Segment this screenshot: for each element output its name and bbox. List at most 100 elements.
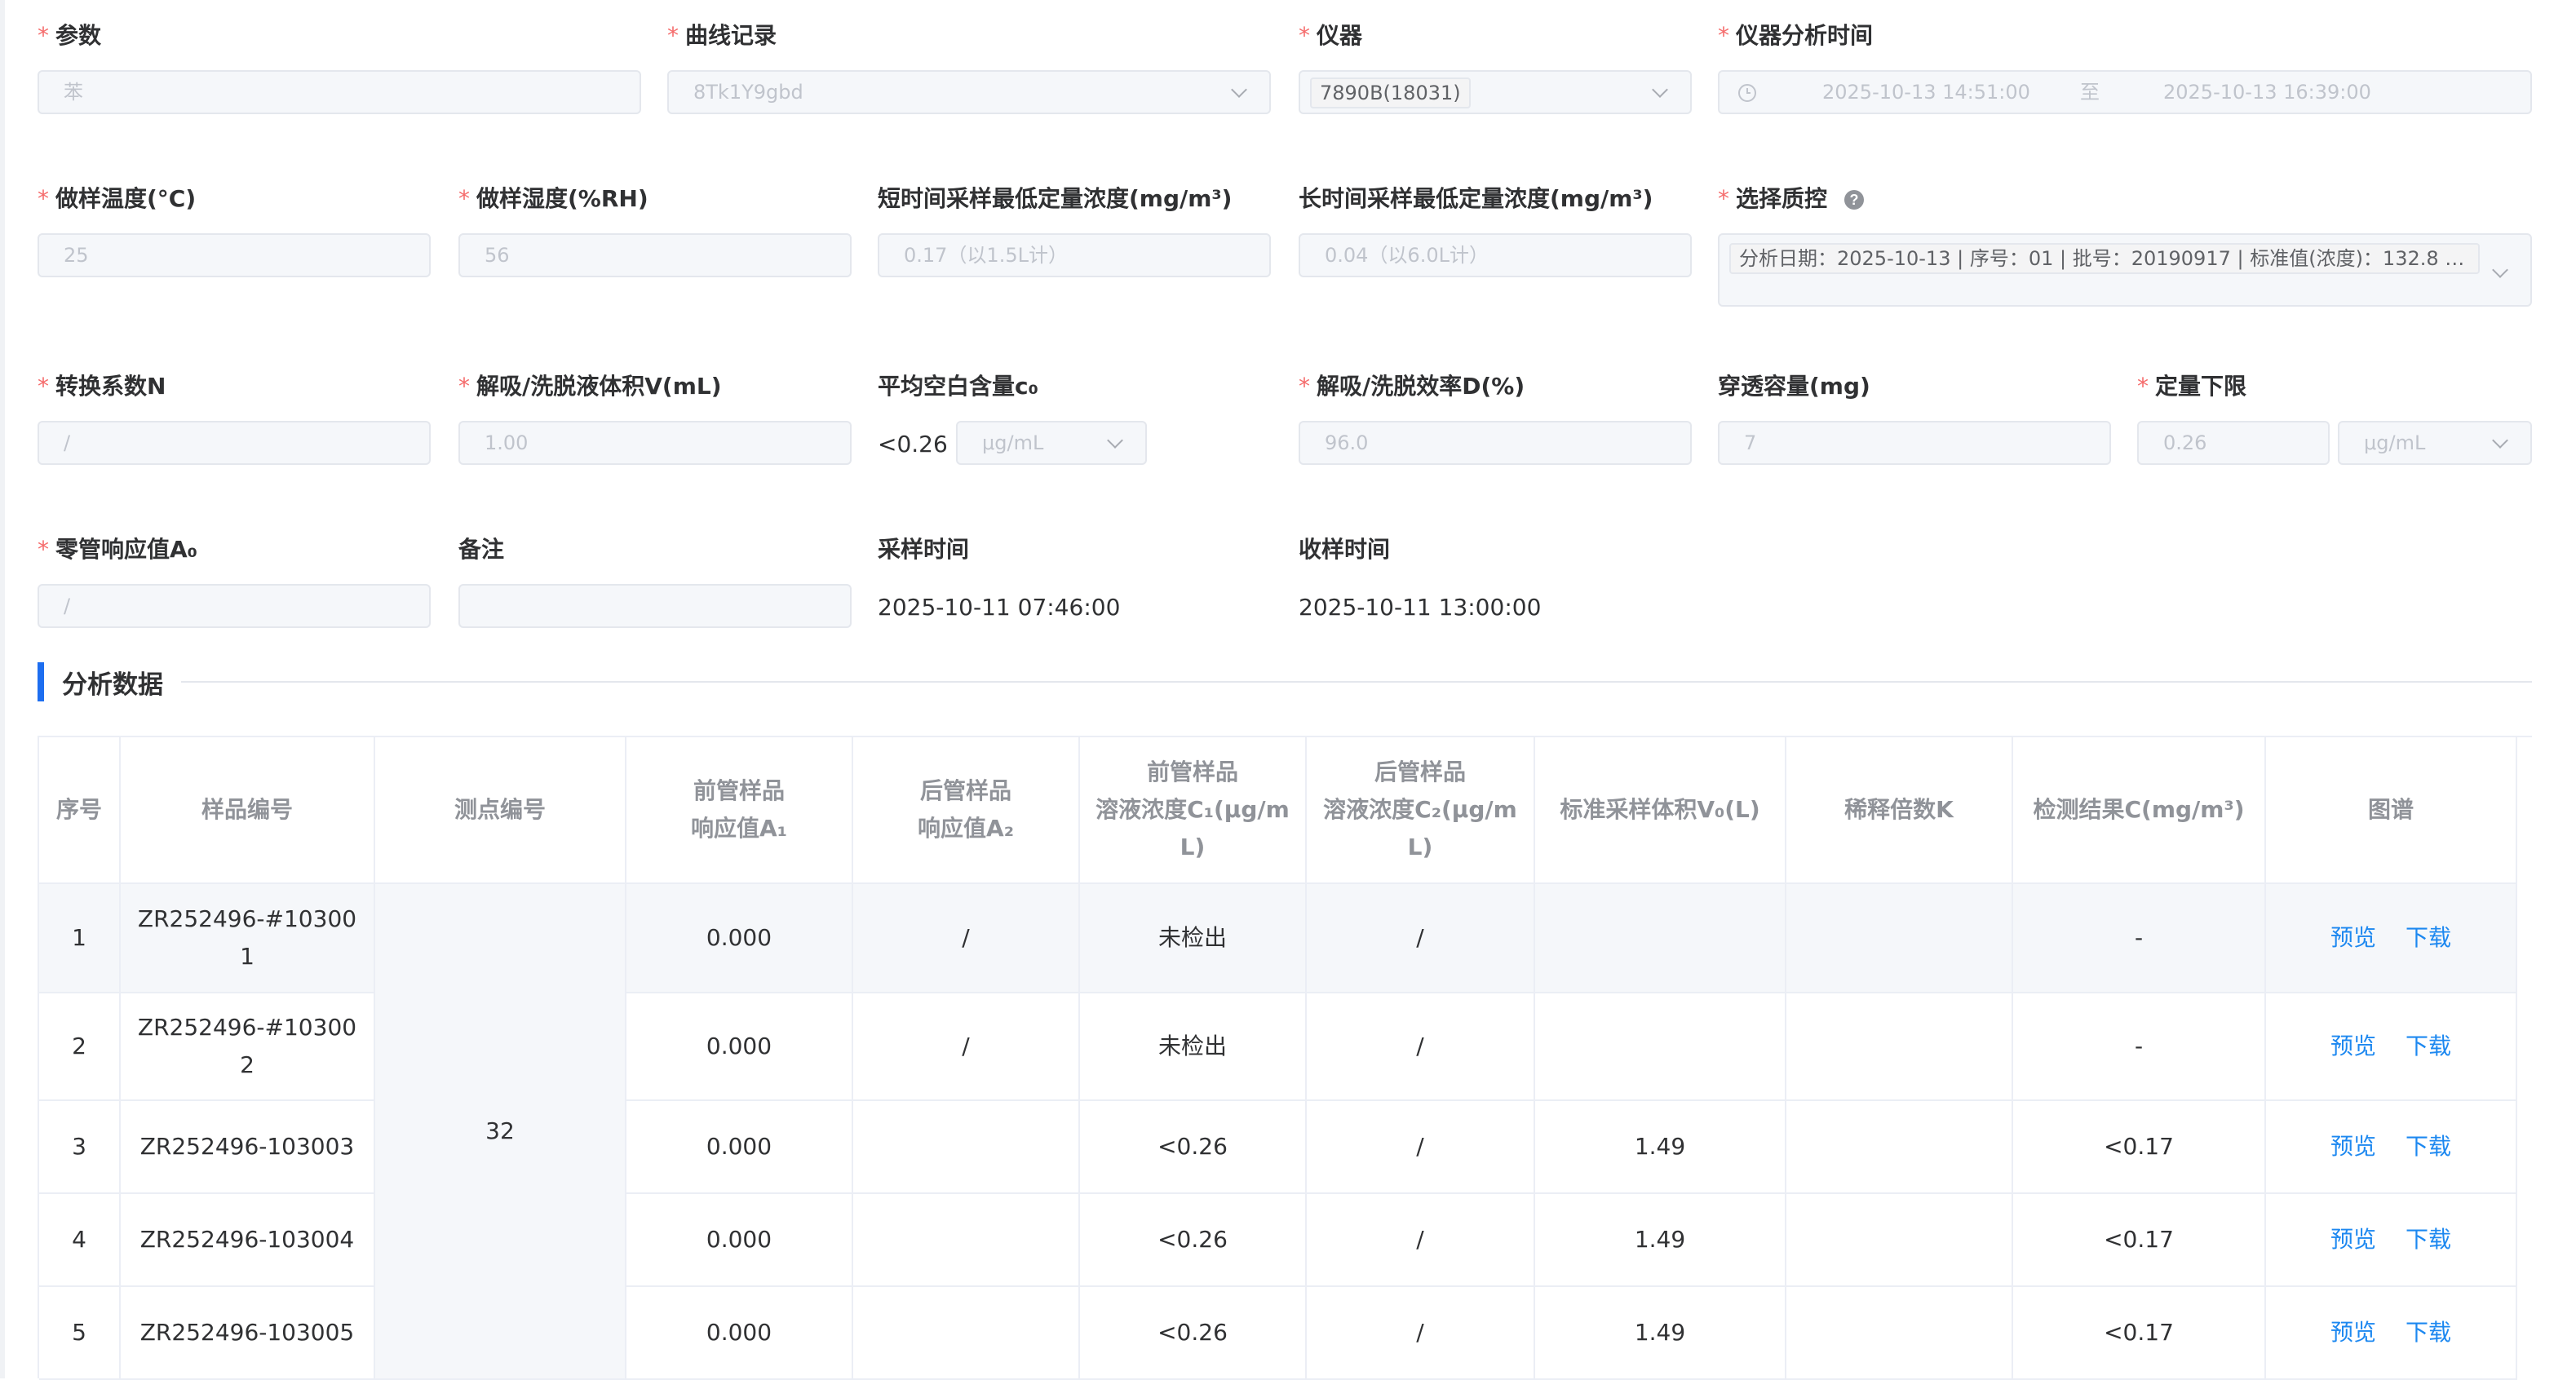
table-header-cell-text: 后管样品 溶液浓度C₂(μg/m L): [1323, 759, 1517, 860]
table-cell-sample-text: ZR252496-103003: [139, 1133, 355, 1160]
chevron-down-icon: [2492, 432, 2508, 449]
table-cell-c1: 未检出: [1080, 884, 1307, 993]
table-cell-a2: [853, 1194, 1080, 1287]
chevron-down-icon: [1652, 82, 1668, 98]
table-cell-v0-text: 1.49: [1634, 1226, 1686, 1253]
analysis-time-label: 仪器分析时间: [1736, 22, 1874, 49]
efficiency-d-field[interactable]: 96.0: [1299, 421, 1692, 465]
table-cell-result-text: -: [2134, 1033, 2144, 1059]
preview-link[interactable]: 预览: [2330, 1128, 2376, 1165]
analysis-time-end: 2025-10-13 16:39:00: [2163, 81, 2371, 104]
volume-v-field[interactable]: 1.00: [458, 421, 852, 465]
table-cell-sample: ZR252496-103005: [121, 1287, 375, 1380]
table-cell-no: 3: [39, 1101, 121, 1194]
zero-a0-field[interactable]: /: [38, 584, 431, 628]
table-cell-no: 2: [39, 993, 121, 1101]
table-cell-c2-text: /: [1416, 1133, 1424, 1160]
download-link[interactable]: 下载: [2406, 919, 2451, 957]
humidity-field[interactable]: 56: [458, 233, 852, 277]
table-cell-result: -: [2013, 884, 2266, 993]
short-min-field[interactable]: 0.17（以1.5L计）: [878, 233, 1271, 277]
table-header-cell: 测点编号: [375, 737, 626, 884]
curve-value: 8Tk1Y9gbd: [693, 81, 803, 104]
table-header-cell-text: 图谱: [2367, 796, 2414, 823]
chevron-down-icon: [2492, 262, 2508, 278]
required-mark: *: [458, 373, 470, 400]
table-cell-actions: 预览 下载: [2266, 884, 2517, 993]
table-header-cell: 后管样品 溶液浓度C₂(μg/m L): [1307, 737, 1535, 884]
table-cell-c1-text: <0.26: [1157, 1319, 1228, 1346]
table-header-cell-text: 测点编号: [454, 796, 546, 823]
table-cell-v0-text: 1.49: [1634, 1319, 1686, 1346]
table-cell-c2-text: /: [1416, 1319, 1424, 1346]
table-header-cell-text: 标准采样体积V₀(L): [1560, 796, 1760, 823]
table-cell-a1-text: 0.000: [706, 1319, 772, 1346]
table-cell-k: [1786, 884, 2013, 993]
table-cell-c1: <0.26: [1080, 1101, 1307, 1194]
table-cell-no-text: 1: [72, 924, 86, 951]
preview-link[interactable]: 预览: [2330, 919, 2376, 957]
table-cell-a1-text: 0.000: [706, 1133, 772, 1160]
table-header-cell-text: 序号: [55, 796, 102, 823]
left-edge: [0, 0, 5, 1378]
table-cell-a1-text: 0.000: [706, 1226, 772, 1253]
blank-c0-unit-select[interactable]: μg/mL: [956, 421, 1147, 465]
download-link[interactable]: 下载: [2406, 1221, 2451, 1258]
table-cell-a2: [853, 1287, 1080, 1380]
conv-n-label: 转换系数N: [55, 373, 166, 400]
required-mark: *: [1718, 22, 1729, 49]
lod-unit-select[interactable]: μg/mL: [2338, 421, 2532, 465]
volume-v-label: 解吸/洗脱液体积V(mL): [476, 373, 722, 400]
table-cell-sample-text: ZR252496-#10300 2: [137, 1014, 357, 1078]
table-cell-a2: /: [853, 993, 1080, 1101]
lod-label: 定量下限: [2155, 373, 2247, 400]
breakthrough-label: 穿透容量(mg): [1718, 373, 1870, 400]
preview-link[interactable]: 预览: [2330, 1314, 2376, 1351]
qc-select[interactable]: 分析日期：2025-10-13 | 序号：01 | 批号：20190917 | …: [1718, 233, 2532, 307]
curve-select[interactable]: 8Tk1Y9gbd: [667, 70, 1271, 114]
instrument-select[interactable]: 7890B(18031): [1299, 70, 1692, 114]
breakthrough-field[interactable]: 7: [1718, 421, 2111, 465]
lod-field[interactable]: 0.26: [2137, 421, 2330, 465]
conv-n-field[interactable]: /: [38, 421, 431, 465]
help-icon[interactable]: ?: [1843, 189, 1865, 210]
required-mark: *: [38, 536, 49, 563]
analysis-time-range[interactable]: 2025-10-13 14:51:00 至 2025-10-13 16:39:0…: [1718, 70, 2532, 114]
table-cell-point: 32: [375, 884, 626, 1380]
table-cell-c1-text: 未检出: [1157, 924, 1227, 951]
param-label: 参数: [55, 22, 102, 49]
preview-link[interactable]: 预览: [2330, 1028, 2376, 1065]
section-title: 分析数据: [62, 670, 163, 700]
table-cell-result: <0.17: [2013, 1287, 2266, 1380]
sample-time-value: 2025-10-11 07:46:00: [878, 594, 1121, 621]
remark-field[interactable]: [458, 584, 852, 628]
table-cell-result-text: <0.17: [2104, 1319, 2174, 1346]
table-cell-result: <0.17: [2013, 1101, 2266, 1194]
table-cell-sample-text: ZR252496-#10300 1: [137, 905, 357, 970]
table-cell-v0: [1535, 993, 1786, 1101]
preview-link[interactable]: 预览: [2330, 1221, 2376, 1258]
humidity-label: 做样湿度(%RH): [476, 185, 648, 212]
long-min-label: 长时间采样最低定量浓度(mg/m³): [1299, 185, 1653, 212]
table-cell-a1: 0.000: [626, 1101, 853, 1194]
table-header-cell: 样品编号: [121, 737, 375, 884]
table-cell-no-text: 3: [72, 1133, 86, 1160]
long-min-field[interactable]: 0.04（以6.0L计）: [1299, 233, 1692, 277]
table-cell-sample: ZR252496-103003: [121, 1101, 375, 1194]
param-field[interactable]: 苯: [38, 70, 641, 114]
temp-field[interactable]: 25: [38, 233, 431, 277]
download-link[interactable]: 下载: [2406, 1314, 2451, 1351]
analysis-table: 序号 样品编号 测点编号 前管样品 响应值A₁ 后管样品 响应值A₂ 前管样品 溶液浓度C…: [38, 736, 2532, 1380]
table-header-cell: 前管样品 溶液浓度C₁(μg/m L): [1080, 737, 1307, 884]
table-cell-a2: [853, 1101, 1080, 1194]
required-mark: *: [1299, 22, 1310, 49]
table-cell-v0-text: 1.49: [1634, 1133, 1686, 1160]
table-cell-a1: 0.000: [626, 993, 853, 1101]
table-cell-c1: <0.26: [1080, 1194, 1307, 1287]
download-link[interactable]: 下载: [2406, 1128, 2451, 1165]
required-mark: *: [1299, 373, 1310, 400]
table-cell-actions: 预览 下载: [2266, 993, 2517, 1101]
table-cell-result: <0.17: [2013, 1194, 2266, 1287]
download-link[interactable]: 下载: [2406, 1028, 2451, 1065]
table-cell-actions: 预览 下载: [2266, 1287, 2517, 1380]
